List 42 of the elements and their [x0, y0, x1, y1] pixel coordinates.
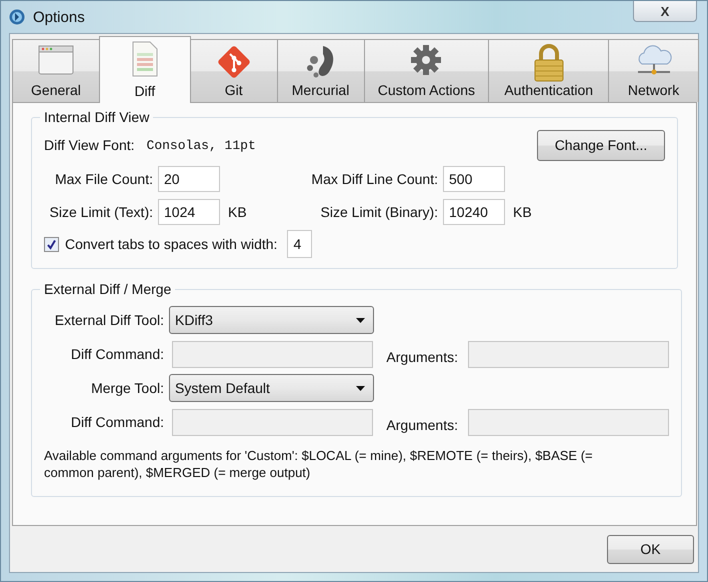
field-label: Max Diff Line Count:: [310, 170, 438, 186]
caret-icon: [356, 318, 365, 322]
field-label: Diff View Font:: [44, 137, 135, 153]
checkbox[interactable]: [44, 236, 59, 252]
ok-button[interactable]: OK: [607, 534, 694, 564]
tab[interactable]: Mercurial: [276, 39, 364, 102]
tab[interactable]: Authentication: [488, 39, 610, 102]
group-title: Internal Diff View: [43, 109, 150, 125]
window-icon: [38, 44, 74, 76]
field-label: External Diff Tool:: [54, 312, 164, 328]
change-font-button[interactable]: Change Font...: [537, 130, 665, 160]
tab[interactable]: Custom Actions: [364, 39, 490, 102]
unit-label: KB: [228, 204, 247, 220]
document-icon: [130, 41, 159, 77]
help-text: Available command arguments for 'Custom': $LOCAL (= mine), $REMOTE (= theirs), $BASE (= common parent), $MERGED (= merge output): [44, 447, 594, 481]
tab[interactable]: Network: [608, 39, 699, 102]
window-title: Options: [33, 8, 85, 26]
padlock-icon: [532, 44, 566, 82]
app-icon: [9, 9, 25, 25]
gear-icon: [410, 44, 442, 76]
unit-label: KB: [513, 204, 532, 220]
group-title: External Diff / Merge: [43, 281, 172, 297]
font-value: Consolas, 11pt: [146, 138, 256, 152]
checkbox-label: Convert tabs to spaces with width:: [65, 236, 278, 252]
input-field[interactable]: 4: [287, 230, 312, 258]
field-label: Size Limit (Binary):: [320, 204, 438, 220]
close-button[interactable]: X: [633, 1, 697, 22]
tab[interactable]: General: [12, 39, 100, 102]
field-label: Max File Count:: [54, 170, 153, 186]
field-label: Arguments:: [385, 349, 458, 365]
input-field[interactable]: 10240: [443, 198, 505, 224]
input-field[interactable]: 20: [158, 166, 220, 192]
field-label: Size Limit (Text):: [48, 204, 153, 220]
tab[interactable]: Diff: [98, 36, 191, 103]
input-field[interactable]: 500: [443, 166, 505, 192]
caret-icon: [356, 386, 365, 390]
field-label: Arguments:: [385, 417, 458, 433]
input-field[interactable]: 1024: [158, 198, 220, 224]
tab[interactable]: Git: [190, 39, 278, 102]
field-label: Diff Command:: [70, 414, 164, 430]
field-label: Merge Tool:: [90, 380, 164, 396]
field-label: Diff Command:: [70, 346, 164, 362]
